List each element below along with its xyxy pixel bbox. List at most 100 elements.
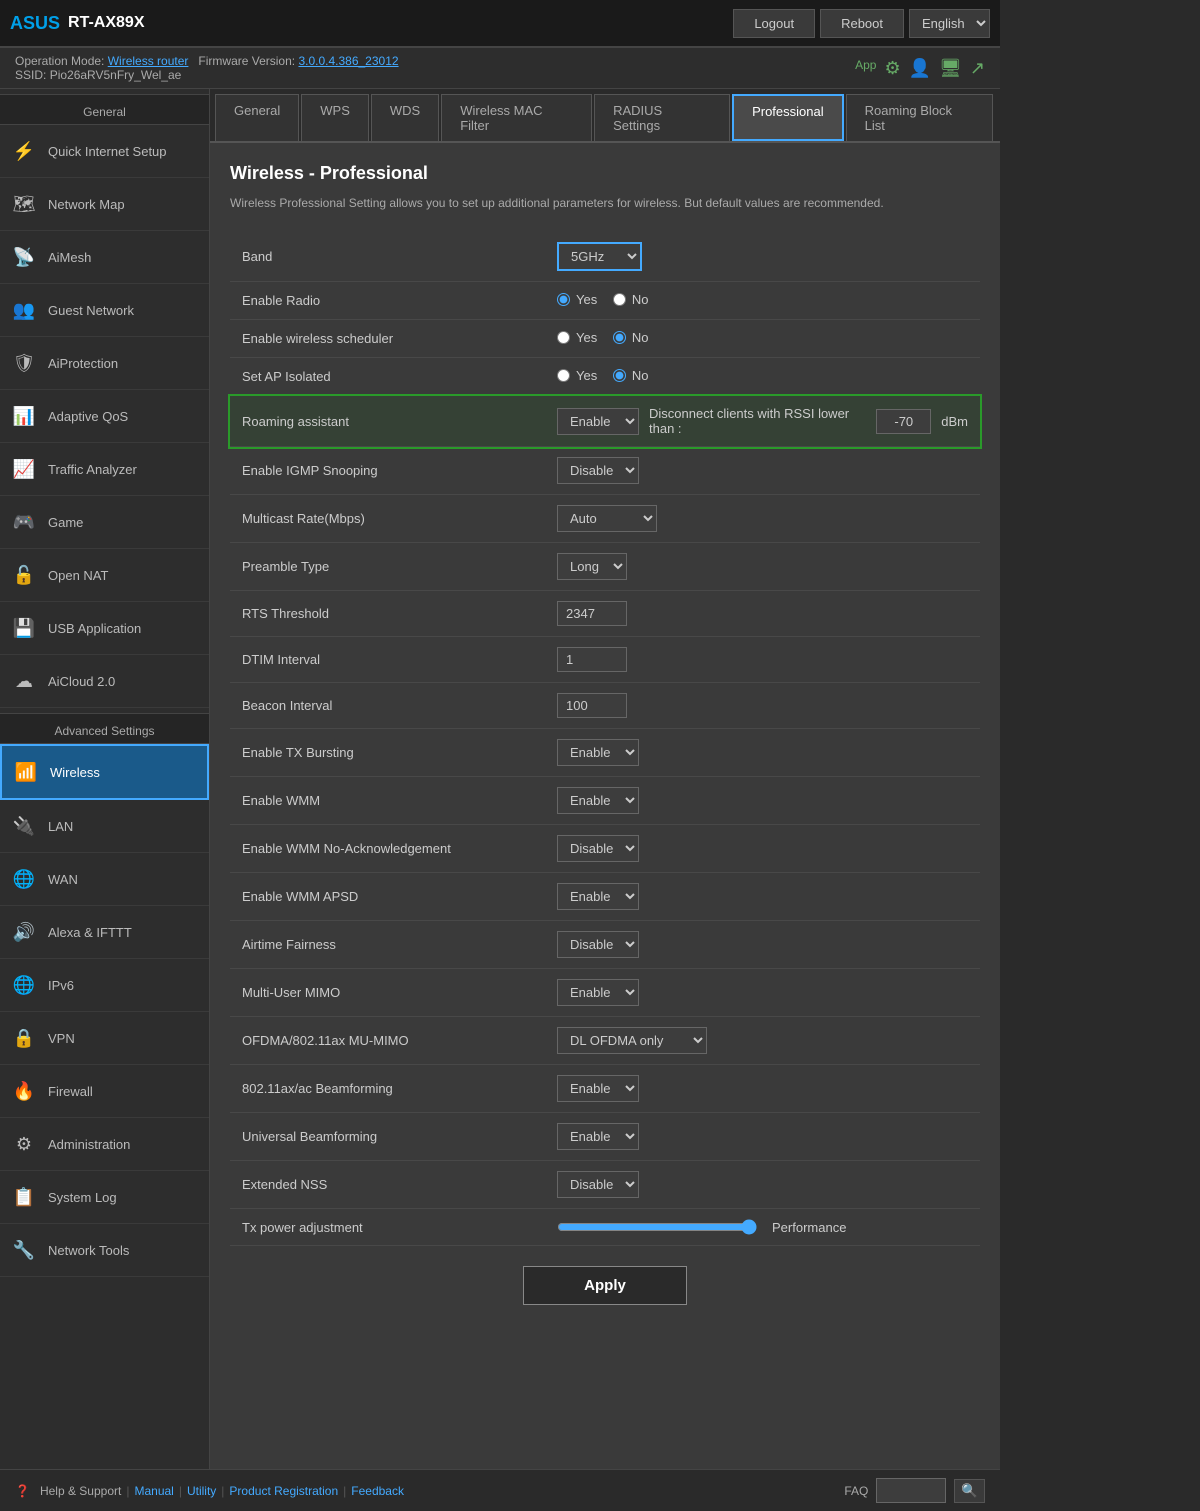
multicast-rate-select[interactable]: Auto 12 [557,505,657,532]
tx-bursting-select[interactable]: Enable Disable [557,739,639,766]
tx-power-row: Tx power adjustment Performance [230,1209,980,1246]
guest-network-icon: 👥 [10,296,38,324]
sidebar-item-aicloud[interactable]: ☁ AiCloud 2.0 [0,655,209,708]
faq-search-button[interactable]: 🔍 [954,1479,985,1503]
sidebar-item-firewall[interactable]: 🔥 Firewall [0,1065,209,1118]
beamforming-select[interactable]: Enable Disable [557,1075,639,1102]
share-icon[interactable]: ↗ [970,58,985,79]
sidebar-item-open-nat[interactable]: 🔓 Open NAT [0,549,209,602]
tab-roaming-block-list[interactable]: Roaming Block List [846,94,993,141]
ap-isolated-no-label[interactable]: No [613,368,649,383]
igmp-snooping-select[interactable]: Enable Disable [557,457,639,484]
sidebar-item-network-map[interactable]: 🗺 Network Map [0,178,209,231]
rssi-input[interactable] [876,409,931,434]
utility-link[interactable]: Utility [187,1484,216,1498]
beacon-interval-label: Beacon Interval [230,683,545,729]
tx-power-slider[interactable] [557,1219,757,1235]
enable-radio-no-label[interactable]: No [613,292,649,307]
screen-icon[interactable]: 🖥 [939,58,962,79]
tx-bursting-row: Enable TX Bursting Enable Disable [230,729,980,777]
enable-radio-yes[interactable] [557,293,570,306]
tab-wds[interactable]: WDS [371,94,439,141]
tab-general[interactable]: General [215,94,299,141]
universal-beamforming-control: Enable Disable [545,1113,980,1161]
roaming-enable-select[interactable]: Enable Disable [557,408,639,435]
scheduler-yes[interactable] [557,331,570,344]
sidebar-item-ipv6[interactable]: 🌐 IPv6 [0,959,209,1012]
tx-bursting-control: Enable Disable [545,729,980,777]
feedback-link[interactable]: Feedback [351,1484,404,1498]
sidebar-item-aiprotection[interactable]: 🛡 AiProtection [0,337,209,390]
sidebar-item-guest-network[interactable]: 👥 Guest Network [0,284,209,337]
band-label: Band [230,232,545,282]
preamble-type-select[interactable]: Long Short [557,553,627,580]
sidebar-label-aimesh: AiMesh [48,250,91,265]
extended-nss-select[interactable]: Enable Disable [557,1171,639,1198]
beamforming-row: 802.11ax/ac Beamforming Enable Disable [230,1065,980,1113]
sidebar-label-open-nat: Open NAT [48,568,108,583]
scheduler-no-label[interactable]: No [613,330,649,345]
preamble-type-row: Preamble Type Long Short [230,543,980,591]
sidebar-item-wan[interactable]: 🌐 WAN [0,853,209,906]
reboot-button[interactable]: Reboot [820,9,904,38]
language-select[interactable]: English [909,9,990,38]
mu-mimo-select[interactable]: Enable Disable [557,979,639,1006]
help-icon: ❓ [15,1484,30,1498]
tab-wireless-mac-filter[interactable]: Wireless MAC Filter [441,94,592,141]
sidebar-label-alexa-ifttt: Alexa & IFTTT [48,925,132,940]
logout-button[interactable]: Logout [733,9,815,38]
separator3: | [221,1484,224,1498]
wmm-apsd-select[interactable]: Enable Disable [557,883,639,910]
dtim-interval-input[interactable] [557,647,627,672]
ssid-label: SSID: [15,68,50,82]
sidebar-item-quick-internet-setup[interactable]: ⚡ Quick Internet Setup [0,125,209,178]
sidebar-item-system-log[interactable]: 📋 System Log [0,1171,209,1224]
rts-threshold-input[interactable] [557,601,627,626]
sidebar-item-game[interactable]: 🎮 Game [0,496,209,549]
ap-isolated-yes-label[interactable]: Yes [557,368,597,383]
universal-beamforming-select[interactable]: Enable Disable [557,1123,639,1150]
sidebar-item-administration[interactable]: ⚙ Administration [0,1118,209,1171]
sidebar-label-wan: WAN [48,872,78,887]
faq-search-input[interactable] [876,1478,946,1503]
enable-wmm-select[interactable]: Enable Disable [557,787,639,814]
sidebar-item-usb-application[interactable]: 💾 USB Application [0,602,209,655]
sidebar-item-adaptive-qos[interactable]: 📊 Adaptive QoS [0,390,209,443]
enable-wmm-row: Enable WMM Enable Disable [230,777,980,825]
enable-radio-yes-label[interactable]: Yes [557,292,597,307]
enable-radio-label: Enable Radio [230,282,545,320]
gear-icon[interactable]: ⚙ [884,58,900,79]
sidebar-item-alexa-ifttt[interactable]: 🔊 Alexa & IFTTT [0,906,209,959]
sidebar-item-aimesh[interactable]: 📡 AiMesh [0,231,209,284]
sidebar-general-section: General [0,94,209,125]
enable-radio-no[interactable] [613,293,626,306]
tab-professional[interactable]: Professional [732,94,844,141]
vpn-icon: 🔒 [10,1024,38,1052]
scheduler-no[interactable] [613,331,626,344]
manual-link[interactable]: Manual [134,1484,173,1498]
wmm-no-ack-select[interactable]: Enable Disable [557,835,639,862]
ap-isolated-yes[interactable] [557,369,570,382]
beacon-interval-input[interactable] [557,693,627,718]
sidebar-item-wireless[interactable]: 📶 Wireless [0,744,209,800]
ap-isolated-no[interactable] [613,369,626,382]
scheduler-yes-label[interactable]: Yes [557,330,597,345]
band-select[interactable]: 2.4GHz 5GHz 6GHz [557,242,642,271]
product-registration-link[interactable]: Product Registration [229,1484,338,1498]
user-icon[interactable]: 👤 [909,58,931,79]
tab-wps[interactable]: WPS [301,94,369,141]
operation-mode-info: Operation Mode: Wireless router Firmware… [15,54,399,82]
airtime-fairness-select[interactable]: Enable Disable [557,931,639,958]
page-content: Wireless - Professional Wireless Profess… [210,143,1000,1345]
app-label: App [855,58,876,79]
ofdma-select[interactable]: DL OFDMA only UL OFDMA only DL+UL OFDMA … [557,1027,707,1054]
sidebar-item-lan[interactable]: 🔌 LAN [0,800,209,853]
sidebar-item-traffic-analyzer[interactable]: 📈 Traffic Analyzer [0,443,209,496]
tab-radius-settings[interactable]: RADIUS Settings [594,94,730,141]
apply-button[interactable]: Apply [523,1266,687,1305]
sidebar-item-network-tools[interactable]: 🔧 Network Tools [0,1224,209,1277]
sidebar-item-vpn[interactable]: 🔒 VPN [0,1012,209,1065]
firmware-value[interactable]: 3.0.0.4.386_23012 [298,54,398,68]
aimesh-icon: 📡 [10,243,38,271]
operation-mode-value[interactable]: Wireless router [108,54,189,68]
